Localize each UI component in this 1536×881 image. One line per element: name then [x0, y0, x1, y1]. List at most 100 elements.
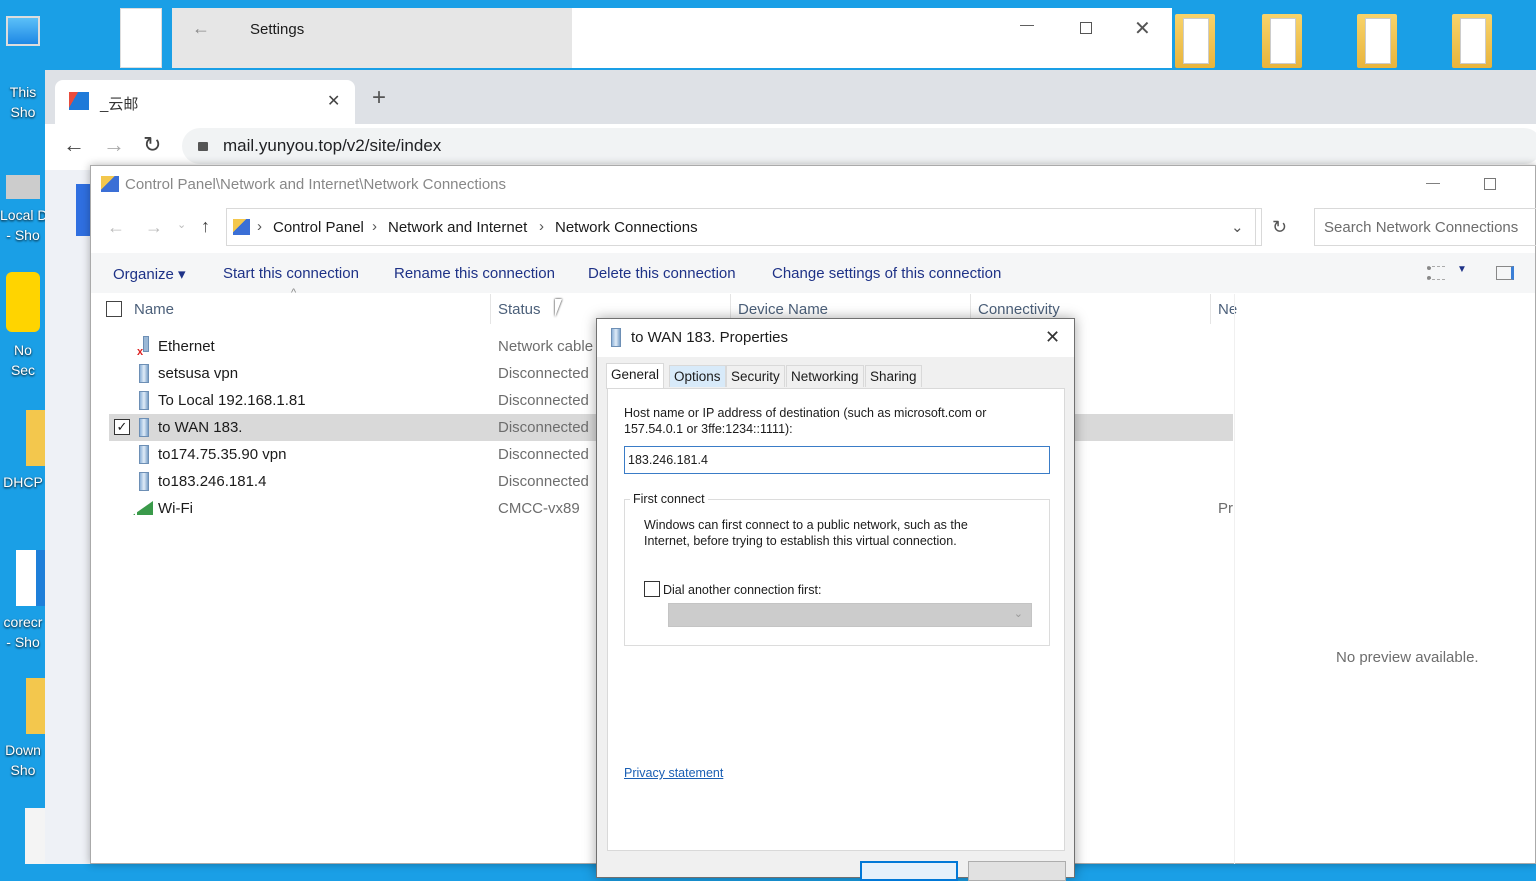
browser-tab[interactable]: _云邮 ✕ [55, 80, 355, 124]
dial-another-checkbox[interactable] [644, 581, 660, 597]
desktop-icon-local-disk[interactable]: Local D - Sho [0, 165, 46, 245]
group-description: Windows can first connect to a public ne… [644, 518, 968, 548]
computer-icon [6, 16, 40, 46]
window-title: Control Panel\Network and Internet\Netwo… [125, 176, 507, 193]
forward-button[interactable]: → [103, 132, 125, 158]
address-dropdown-icon[interactable]: ⌄ [1231, 218, 1244, 236]
desktop-icon-downloads[interactable]: Down Sho [0, 678, 46, 780]
lock-icon [198, 142, 208, 151]
minimize-button[interactable]: — [1020, 16, 1034, 32]
change-settings-button[interactable]: Change settings of this connection [772, 265, 1001, 282]
address-bar[interactable]: › Control Panel › Network and Internet ›… [226, 208, 1287, 246]
row-checkbox-checked[interactable]: ✓ [114, 419, 130, 435]
document-icon [25, 808, 45, 864]
tab-sharing[interactable]: Sharing [865, 365, 922, 387]
back-arrow-icon[interactable]: ← [192, 18, 210, 39]
close-button[interactable]: ✕ [1045, 327, 1060, 348]
column-header-connectivity[interactable]: Connectivity [978, 301, 1060, 318]
privacy-statement-link[interactable]: Privacy statement [624, 765, 723, 781]
compose-button[interactable] [76, 184, 90, 236]
app-icon [16, 550, 46, 606]
desktop-icon-this-pc[interactable]: This Sho [0, 12, 46, 122]
tab-options[interactable]: Options [669, 365, 726, 387]
maximize-button[interactable] [1080, 22, 1092, 34]
folder-icon [26, 410, 46, 466]
vpn-icon [139, 391, 149, 410]
folder-icon[interactable] [1357, 14, 1397, 68]
select-all-checkbox[interactable] [106, 301, 122, 317]
breadcrumb-network-connections[interactable]: Network Connections [555, 219, 698, 236]
preview-pane-icon[interactable] [1496, 266, 1514, 280]
connection-status: Disconnected [498, 365, 589, 382]
view-dropdown-icon[interactable]: ▼ [1457, 264, 1467, 275]
cancel-button[interactable] [968, 861, 1066, 881]
back-button[interactable]: ← [63, 132, 85, 158]
new-tab-button[interactable]: + [372, 86, 386, 110]
column-header-name[interactable]: Name [134, 301, 174, 318]
properties-dialog: to WAN 183. Properties ✕ General Options… [596, 318, 1075, 881]
drive-icon [6, 175, 40, 199]
connection-network-category: Pri [1218, 500, 1233, 517]
view-options-icon[interactable] [1427, 266, 1445, 280]
mail-sidebar [45, 170, 90, 864]
tab-security[interactable]: Security [726, 365, 785, 387]
breadcrumb-control-panel[interactable]: Control Panel [273, 219, 364, 236]
connection-name: To Local 192.168.1.81 [158, 392, 306, 409]
close-button[interactable]: ✕ [1134, 16, 1151, 41]
tab-close-icon[interactable]: ✕ [327, 91, 340, 111]
connection-name: Wi-Fi [158, 500, 193, 517]
host-label: Host name or IP address of destination (… [624, 406, 987, 436]
tab-networking[interactable]: Networking [786, 365, 864, 387]
sort-ascending-icon: ^ [291, 287, 297, 299]
folder-icon[interactable] [1452, 14, 1492, 68]
wifi-icon [133, 501, 153, 515]
connection-status: Disconnected [498, 392, 589, 409]
delete-connection-button[interactable]: Delete this connection [588, 265, 736, 282]
dial-another-label: Dial another connection first: [663, 583, 822, 597]
breadcrumb-network-internet[interactable]: Network and Internet [388, 219, 527, 236]
search-input[interactable]: Search Network Connections [1314, 208, 1536, 246]
start-connection-button[interactable]: Start this connection [223, 265, 359, 282]
vpn-icon [611, 328, 621, 347]
vpn-icon [139, 418, 149, 437]
up-button[interactable]: ↑ [201, 216, 210, 237]
forward-button[interactable]: → [145, 217, 163, 238]
connection-status: Network cable unplugged [498, 338, 593, 355]
icon-label: This [9, 84, 37, 100]
reload-button[interactable]: ↻ [143, 132, 161, 158]
connection-status: Disconnected [498, 473, 589, 490]
ethernet-disconnected-icon: x [137, 336, 151, 358]
back-button[interactable]: ← [107, 217, 125, 238]
refresh-button[interactable]: ↻ [1272, 217, 1287, 238]
connection-dropdown-disabled[interactable]: ⌄ [668, 603, 1032, 627]
vpn-icon [139, 445, 149, 464]
vpn-icon [139, 472, 149, 491]
norton-icon [6, 272, 40, 332]
icon-label: Sho [10, 762, 36, 778]
command-bar: Organize ▾ Start this connection Rename … [91, 253, 1535, 293]
organize-button[interactable]: Organize ▾ [113, 265, 186, 283]
icon-label: No [14, 342, 32, 358]
maximize-button[interactable] [1484, 178, 1496, 190]
rename-connection-button[interactable]: Rename this connection [394, 265, 555, 282]
address-bar[interactable]: mail.yunyou.top/v2/site/index [182, 128, 1536, 164]
desktop-icon-norton[interactable]: No Sec [0, 272, 46, 380]
settings-title: Settings [250, 21, 305, 38]
icon-label: Local D [0, 207, 46, 223]
settings-window: ← Settings — ✕ [172, 8, 1172, 68]
desktop-icon-dhcp[interactable]: DHCP [0, 410, 46, 492]
column-header-device-name[interactable]: Device Name [738, 301, 828, 318]
connection-name: to WAN 183. [158, 419, 243, 436]
folder-icon[interactable] [1175, 14, 1215, 68]
ok-button[interactable] [860, 861, 958, 881]
desktop-icon-corecr[interactable]: corecr - Sho [0, 550, 46, 652]
folder-icon[interactable] [1262, 14, 1302, 68]
tab-general[interactable]: General [606, 363, 665, 389]
minimize-button[interactable]: — [1426, 174, 1440, 190]
recent-dropdown[interactable]: ⌄ [177, 218, 186, 231]
icon-label: Down [5, 742, 41, 758]
group-title: First connect [630, 491, 708, 507]
host-input[interactable]: 183.246.181.4 [624, 446, 1050, 474]
connection-name: Ethernet [158, 338, 215, 355]
column-header-status[interactable]: Status [498, 301, 541, 318]
